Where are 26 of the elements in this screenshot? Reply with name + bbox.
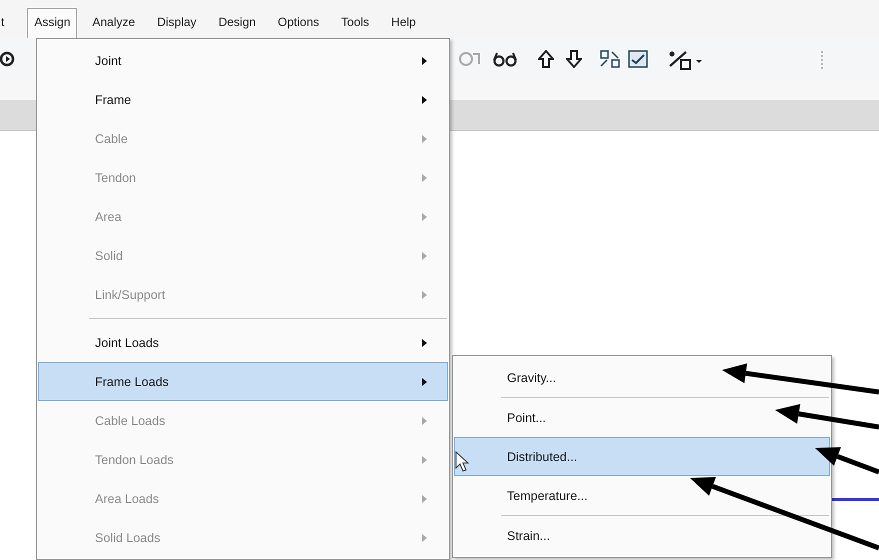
down-arrow-icon[interactable] xyxy=(566,50,582,68)
up-arrow-icon[interactable] xyxy=(538,50,554,68)
grid-icon[interactable] xyxy=(600,50,620,68)
menu-item[interactable]: Point... xyxy=(454,398,830,437)
menu-item[interactable]: Strain... xyxy=(454,516,830,555)
menu-bar-item[interactable]: t xyxy=(0,8,12,38)
ratio-icon[interactable] xyxy=(668,50,704,70)
menu-item[interactable]: Frame xyxy=(38,80,448,119)
glasses-icon[interactable] xyxy=(492,50,518,68)
cursor-icon xyxy=(456,450,470,472)
checkbox-icon[interactable] xyxy=(628,50,648,68)
menu-item[interactable]: Temperature... xyxy=(454,476,830,515)
menu-item[interactable]: Joint Loads xyxy=(38,323,448,362)
menu-bar-item[interactable]: Assign xyxy=(27,8,78,38)
menu-item[interactable]: Distributed... xyxy=(454,437,830,476)
grip-icon[interactable] xyxy=(820,50,824,70)
menu-bar-item[interactable]: Tools xyxy=(334,8,376,38)
pointer-arrow xyxy=(815,447,879,474)
menu-bar-item[interactable]: Help xyxy=(384,8,423,38)
menu-bar-item[interactable]: Options xyxy=(270,8,326,38)
menu-item[interactable]: Gravity... xyxy=(454,358,830,397)
menu-item[interactable]: Frame Loads xyxy=(38,362,448,401)
menu-bar-item[interactable]: Display xyxy=(150,8,204,38)
frame-line xyxy=(830,498,879,501)
menu-bar-item[interactable]: Analyze xyxy=(85,8,142,38)
menu-bar-item[interactable]: Design xyxy=(211,8,263,38)
